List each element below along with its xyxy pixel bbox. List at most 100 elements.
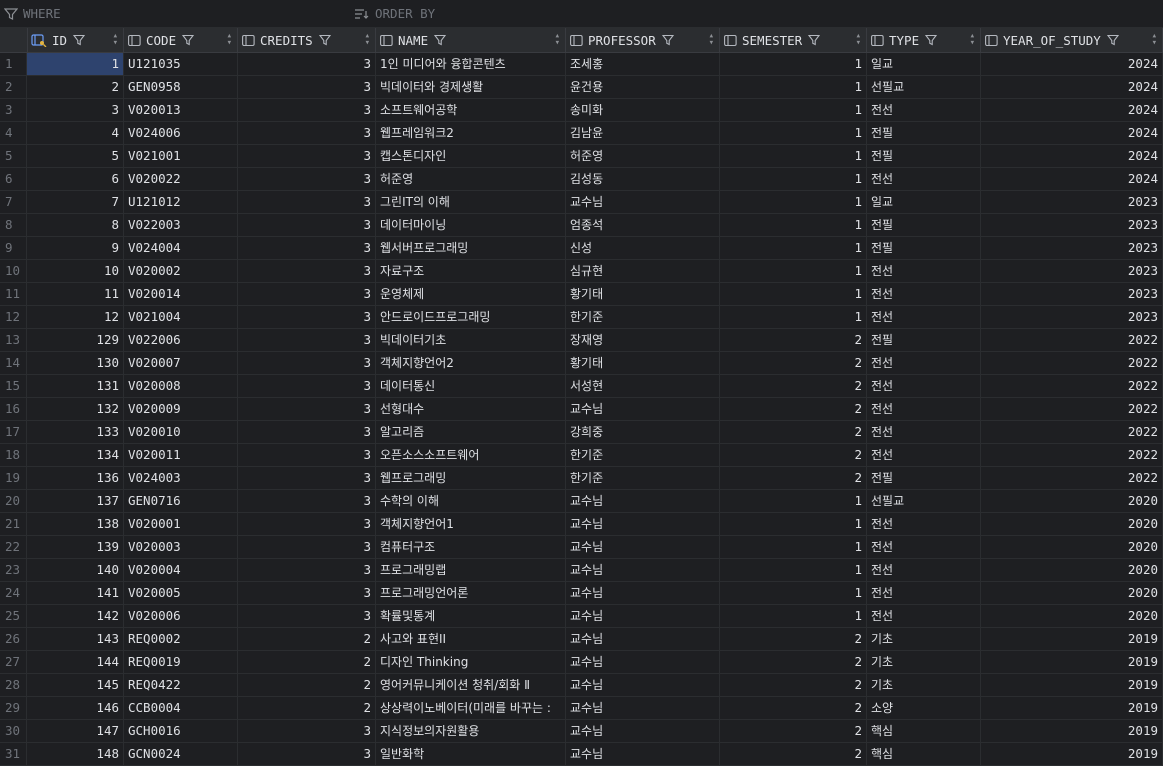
cell-year[interactable]: 2024 xyxy=(981,122,1163,144)
cell-year[interactable]: 2023 xyxy=(981,260,1163,282)
cell-id[interactable]: 10 xyxy=(27,260,124,282)
cell-id[interactable]: 1 xyxy=(27,53,124,75)
cell-name[interactable]: 알고리즘 xyxy=(376,421,566,443)
cell-prof[interactable]: 강희중 xyxy=(566,421,720,443)
cell-sem[interactable]: 2 xyxy=(720,628,867,650)
cell-type[interactable]: 전필 xyxy=(867,145,981,167)
cell-prof[interactable]: 한기준 xyxy=(566,444,720,466)
cell-id[interactable]: 4 xyxy=(27,122,124,144)
cell-credits[interactable]: 3 xyxy=(238,260,376,282)
cell-year[interactable]: 2023 xyxy=(981,191,1163,213)
table-row[interactable]: 8 8 V022003 3 데이터마이닝 엄종석 1 전필 2023 xyxy=(0,214,1163,237)
cell-code[interactable]: V022006 xyxy=(124,329,238,351)
cell-type[interactable]: 전선 xyxy=(867,513,981,535)
cell-sem[interactable]: 1 xyxy=(720,122,867,144)
cell-year[interactable]: 2022 xyxy=(981,467,1163,489)
cell-name[interactable]: 프로그래밍언어론 xyxy=(376,582,566,604)
cell-credits[interactable]: 3 xyxy=(238,76,376,98)
cell-name[interactable]: 웹프레임워크2 xyxy=(376,122,566,144)
table-row[interactable]: 9 9 V024004 3 웹서버프로그래밍 신성 1 전필 2023 xyxy=(0,237,1163,260)
sort-toggle-icon[interactable]: ▴ ▾ xyxy=(227,28,232,52)
cell-prof[interactable]: 교수님 xyxy=(566,605,720,627)
cell-name[interactable]: 일반화학 xyxy=(376,743,566,765)
cell-prof[interactable]: 김남윤 xyxy=(566,122,720,144)
cell-type[interactable]: 전선 xyxy=(867,582,981,604)
cell-id[interactable]: 8 xyxy=(27,214,124,236)
cell-year[interactable]: 2020 xyxy=(981,582,1163,604)
cell-sem[interactable]: 1 xyxy=(720,76,867,98)
cell-type[interactable]: 전선 xyxy=(867,559,981,581)
cell-year[interactable]: 2024 xyxy=(981,99,1163,121)
cell-credits[interactable]: 3 xyxy=(238,375,376,397)
cell-code[interactable]: V020010 xyxy=(124,421,238,443)
cell-credits[interactable]: 3 xyxy=(238,421,376,443)
cell-code[interactable]: V021001 xyxy=(124,145,238,167)
cell-prof[interactable]: 교수님 xyxy=(566,490,720,512)
cell-prof[interactable]: 신성 xyxy=(566,237,720,259)
cell-name[interactable]: 오픈소스소프트웨어 xyxy=(376,444,566,466)
table-row[interactable]: 6 6 V020022 3 허준영 김성동 1 전선 2024 xyxy=(0,168,1163,191)
cell-credits[interactable]: 3 xyxy=(238,122,376,144)
cell-sem[interactable]: 2 xyxy=(720,743,867,765)
cell-prof[interactable]: 한기준 xyxy=(566,467,720,489)
cell-prof[interactable]: 한기준 xyxy=(566,306,720,328)
cell-type[interactable]: 전선 xyxy=(867,444,981,466)
cell-code[interactable]: V020011 xyxy=(124,444,238,466)
cell-sem[interactable]: 2 xyxy=(720,398,867,420)
cell-year[interactable]: 2022 xyxy=(981,329,1163,351)
cell-type[interactable]: 전필 xyxy=(867,122,981,144)
cell-sem[interactable]: 2 xyxy=(720,352,867,374)
cell-code[interactable]: REQ0019 xyxy=(124,651,238,673)
cell-id[interactable]: 145 xyxy=(27,674,124,696)
cell-prof[interactable]: 윤건용 xyxy=(566,76,720,98)
cell-sem[interactable]: 1 xyxy=(720,237,867,259)
cell-sem[interactable]: 2 xyxy=(720,375,867,397)
cell-id[interactable]: 146 xyxy=(27,697,124,719)
cell-sem[interactable]: 1 xyxy=(720,490,867,512)
cell-sem[interactable]: 1 xyxy=(720,582,867,604)
cell-id[interactable]: 139 xyxy=(27,536,124,558)
cell-code[interactable]: V020007 xyxy=(124,352,238,374)
cell-name[interactable]: 프로그래밍랩 xyxy=(376,559,566,581)
column-filter-icon[interactable] xyxy=(1106,34,1119,46)
table-row[interactable]: 5 5 V021001 3 캡스톤디자인 허준영 1 전필 2024 xyxy=(0,145,1163,168)
cell-prof[interactable]: 교수님 xyxy=(566,582,720,604)
cell-sem[interactable]: 2 xyxy=(720,329,867,351)
cell-year[interactable]: 2020 xyxy=(981,605,1163,627)
table-row[interactable]: 11 11 V020014 3 운영체제 황기태 1 전선 2023 xyxy=(0,283,1163,306)
cell-year[interactable]: 2020 xyxy=(981,490,1163,512)
cell-prof[interactable]: 교수님 xyxy=(566,513,720,535)
cell-id[interactable]: 138 xyxy=(27,513,124,535)
cell-sem[interactable]: 1 xyxy=(720,260,867,282)
cell-code[interactable]: V020001 xyxy=(124,513,238,535)
cell-id[interactable]: 5 xyxy=(27,145,124,167)
cell-year[interactable]: 2019 xyxy=(981,743,1163,765)
column-filter-icon[interactable] xyxy=(661,34,674,46)
cell-id[interactable]: 142 xyxy=(27,605,124,627)
cell-id[interactable]: 129 xyxy=(27,329,124,351)
table-row[interactable]: 28 145 REQ0422 2 영어커뮤니케이션 청취/회화 Ⅱ 교수님 2 기초 2019 xyxy=(0,674,1163,697)
cell-code[interactable]: V020006 xyxy=(124,605,238,627)
cell-name[interactable]: 안드로이드프로그래밍 xyxy=(376,306,566,328)
cell-code[interactable]: GEN0716 xyxy=(124,490,238,512)
cell-credits[interactable]: 3 xyxy=(238,582,376,604)
cell-id[interactable]: 147 xyxy=(27,720,124,742)
column-header-credits[interactable]: CREDITS ▴ ▾ xyxy=(238,28,376,52)
cell-id[interactable]: 141 xyxy=(27,582,124,604)
cell-type[interactable]: 전선 xyxy=(867,306,981,328)
cell-credits[interactable]: 3 xyxy=(238,237,376,259)
cell-year[interactable]: 2023 xyxy=(981,237,1163,259)
cell-type[interactable]: 전필 xyxy=(867,467,981,489)
cell-type[interactable]: 전선 xyxy=(867,352,981,374)
table-row[interactable]: 17 133 V020010 3 알고리즘 강희중 2 전선 2022 xyxy=(0,421,1163,444)
cell-type[interactable]: 소양 xyxy=(867,697,981,719)
sort-toggle-icon[interactable]: ▴ ▾ xyxy=(709,28,714,52)
cell-name[interactable]: 빅데이터기초 xyxy=(376,329,566,351)
sort-toggle-icon[interactable]: ▴ ▾ xyxy=(856,28,861,52)
cell-id[interactable]: 3 xyxy=(27,99,124,121)
table-row[interactable]: 22 139 V020003 3 컴퓨터구조 교수님 1 전선 2020 xyxy=(0,536,1163,559)
cell-type[interactable]: 전선 xyxy=(867,536,981,558)
cell-type[interactable]: 전선 xyxy=(867,283,981,305)
cell-sem[interactable]: 1 xyxy=(720,168,867,190)
cell-credits[interactable]: 3 xyxy=(238,168,376,190)
